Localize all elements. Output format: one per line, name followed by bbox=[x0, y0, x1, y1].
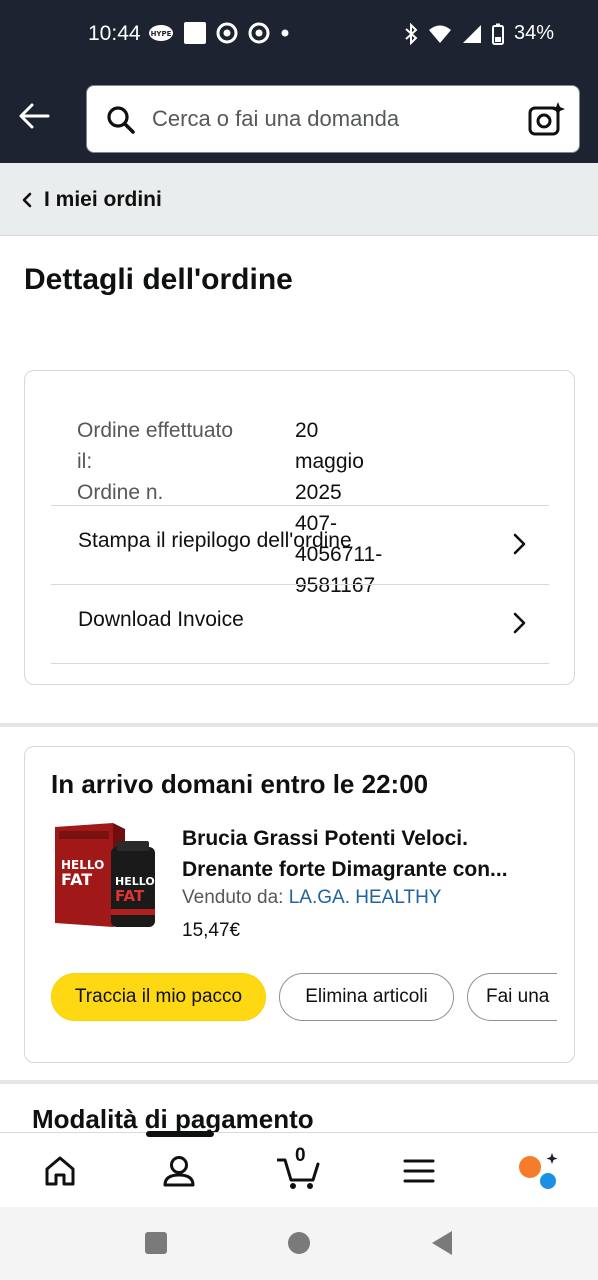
search-icon bbox=[107, 106, 135, 134]
cart-icon[interactable]: 0 bbox=[276, 1145, 323, 1191]
back-arrow-icon[interactable] bbox=[16, 98, 52, 134]
rufus-assistant-icon[interactable] bbox=[516, 1151, 560, 1191]
ask-question-button[interactable]: Fai una bbox=[467, 973, 557, 1021]
search-placeholder: Cerca o fai una domanda bbox=[152, 106, 400, 131]
status-system-icons: 34% bbox=[404, 22, 554, 45]
breadcrumb[interactable]: I miei ordini bbox=[0, 163, 598, 236]
app-header: Cerca o fai una domanda bbox=[0, 70, 598, 163]
download-invoice-link[interactable]: Download Invoice bbox=[51, 584, 549, 664]
sold-by-label: Venduto da: bbox=[182, 887, 284, 908]
status-bar: 10:44 HYPE 34% bbox=[0, 0, 598, 70]
order-date: 20 maggio 2025 bbox=[295, 419, 364, 504]
placed-label-line2: il: bbox=[77, 450, 93, 473]
chevron-right-icon bbox=[513, 533, 526, 555]
track-package-button[interactable]: Traccia il mio pacco bbox=[51, 973, 266, 1021]
home-circle-icon[interactable] bbox=[287, 1231, 311, 1255]
bluetooth-icon bbox=[405, 22, 418, 45]
active-tab-indicator bbox=[146, 1131, 214, 1137]
wifi-icon bbox=[428, 25, 451, 43]
product-title-line2[interactable]: Drenante forte Dimagrante con... bbox=[182, 854, 552, 885]
page-title: Dettagli dell'ordine bbox=[24, 263, 293, 296]
seller-link[interactable]: LA.GA. HEALTHY bbox=[289, 887, 442, 908]
chrome-icon bbox=[248, 22, 270, 44]
battery-icon bbox=[491, 23, 504, 45]
square-icon bbox=[184, 22, 206, 44]
account-icon[interactable] bbox=[159, 1151, 199, 1191]
product-image[interactable]: HELLO FAT HELLO FAT bbox=[51, 823, 163, 931]
signal-icon bbox=[462, 24, 481, 43]
download-invoice-label: Download Invoice bbox=[78, 608, 244, 631]
product-box-text-bottom: FAT bbox=[61, 870, 92, 889]
home-icon[interactable] bbox=[40, 1151, 80, 1191]
payment-method-title: Modalità di pagamento bbox=[32, 1104, 314, 1134]
section-divider bbox=[0, 723, 598, 727]
camera-search-icon[interactable] bbox=[527, 100, 565, 138]
delivery-status-title: In arrivo domani entro le 22:00 bbox=[51, 769, 429, 799]
order-summary-card: Ordine effettuato il: Ordine n. 20 maggi… bbox=[24, 370, 575, 685]
chevron-right-icon bbox=[513, 612, 526, 634]
bottom-nav: 0 bbox=[0, 1131, 598, 1207]
back-triangle-icon[interactable] bbox=[430, 1230, 454, 1256]
breadcrumb-label[interactable]: I miei ordini bbox=[44, 188, 162, 212]
product-price: 15,47€ bbox=[182, 920, 241, 941]
recents-icon[interactable] bbox=[144, 1231, 168, 1255]
delete-items-button[interactable]: Elimina articoli bbox=[279, 973, 454, 1021]
menu-icon[interactable] bbox=[399, 1151, 439, 1191]
status-notification-icons: HYPE bbox=[148, 22, 290, 44]
chevron-left-icon bbox=[22, 192, 32, 208]
svg-text:HYPE: HYPE bbox=[151, 30, 172, 38]
delivery-card: In arrivo domani entro le 22:00 HELLO FA… bbox=[24, 746, 575, 1063]
chrome-icon bbox=[216, 22, 238, 44]
print-summary-label: Stampa il riepilogo dell'ordine bbox=[78, 529, 352, 552]
print-summary-link[interactable]: Stampa il riepilogo dell'ordine bbox=[51, 505, 549, 585]
order-labels: Ordine effettuato il: Ordine n. bbox=[77, 415, 277, 508]
status-time: 10:44 bbox=[88, 22, 141, 45]
section-divider bbox=[0, 1080, 598, 1084]
cart-count: 0 bbox=[295, 1145, 306, 1166]
system-nav-bar bbox=[0, 1207, 598, 1280]
dot-icon bbox=[281, 29, 289, 37]
battery-percent: 34% bbox=[513, 22, 554, 44]
order-number-label: Ordine n. bbox=[77, 481, 164, 504]
product-title-line1[interactable]: Brucia Grassi Potenti Veloci. bbox=[182, 823, 552, 854]
placed-label-line1: Ordine effettuato bbox=[77, 419, 234, 442]
product-jar-text-bottom: FAT bbox=[115, 887, 145, 905]
sold-by: Venduto da: LA.GA. HEALTHY bbox=[182, 887, 441, 909]
search-input[interactable]: Cerca o fai una domanda bbox=[86, 85, 580, 153]
hype-icon: HYPE bbox=[149, 25, 173, 41]
